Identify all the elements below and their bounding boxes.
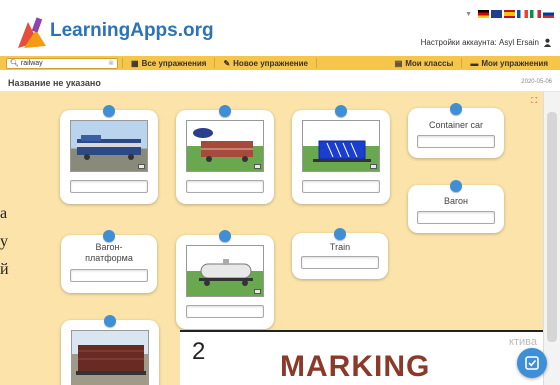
pin-icon bbox=[219, 230, 231, 242]
flag-es-icon[interactable] bbox=[504, 10, 515, 18]
slide-number: 2 bbox=[192, 338, 206, 365]
fullscreen-icon[interactable]: ⛶ bbox=[531, 96, 537, 106]
page-title: Название не указано bbox=[8, 78, 101, 88]
pin-icon bbox=[103, 230, 115, 242]
image-card-hopper-car[interactable] bbox=[61, 315, 159, 385]
answer-slot[interactable] bbox=[186, 305, 264, 318]
hopper-car-image bbox=[71, 330, 149, 385]
pin-icon bbox=[334, 228, 346, 240]
app-header: LearningApps.org ▼ Настройки аккаунта: A… bbox=[0, 0, 560, 56]
logo-text: LearningApps.org bbox=[50, 20, 214, 41]
car-carrier-image bbox=[186, 120, 264, 172]
vertical-scrollbar[interactable] bbox=[543, 92, 560, 385]
locomotive-image bbox=[70, 120, 148, 172]
all-exercises-label: Все упражнения bbox=[141, 58, 207, 68]
logo[interactable]: LearningApps.org bbox=[14, 8, 214, 48]
slide-heading: MARKING bbox=[280, 350, 431, 383]
pin-icon bbox=[219, 105, 231, 117]
image-card-tank-car[interactable] bbox=[176, 230, 274, 329]
my-exercises-link[interactable]: ▬ Мои упражнения bbox=[462, 58, 556, 68]
clear-search-icon[interactable]: ⊗ bbox=[108, 59, 114, 67]
pin-icon bbox=[103, 105, 115, 117]
card-label: Train bbox=[329, 242, 351, 252]
scrollbar-thumb[interactable] bbox=[547, 112, 557, 342]
fragment-line: й bbox=[0, 261, 9, 278]
answer-slot[interactable] bbox=[186, 180, 264, 193]
exercise-titlebar: Название не указано 2020-05-06 bbox=[0, 70, 560, 92]
flag-de-icon[interactable] bbox=[478, 10, 489, 18]
logo-icon bbox=[18, 17, 46, 48]
new-exercise-link[interactable]: ✎ Новое упражнение bbox=[215, 58, 317, 68]
card-label: Вагон bbox=[443, 196, 469, 206]
account-settings[interactable]: Настройки аккаунта: Asyl Ersain bbox=[421, 38, 552, 47]
answer-slot[interactable] bbox=[301, 256, 379, 269]
folder-icon: ▬ bbox=[470, 58, 479, 68]
user-icon bbox=[543, 38, 552, 47]
fragment-line: у bbox=[0, 233, 8, 250]
card-label: Container car bbox=[428, 120, 484, 130]
main-toolbar: 🔍︎ railway ⊗ ▦ Все упражнения ✎ Новое уп… bbox=[0, 56, 560, 70]
zoom-icon[interactable] bbox=[370, 164, 377, 169]
pin-icon bbox=[335, 105, 347, 117]
flag-ru-icon[interactable] bbox=[543, 10, 554, 18]
pin-icon bbox=[450, 180, 462, 192]
flag-fr-icon[interactable] bbox=[517, 10, 528, 18]
answer-slot[interactable] bbox=[70, 180, 148, 193]
search-value: railway bbox=[20, 59, 43, 67]
zoom-icon[interactable] bbox=[254, 164, 261, 169]
image-card-container-car[interactable] bbox=[292, 105, 390, 204]
answer-slot[interactable] bbox=[302, 180, 380, 193]
toolbar-right: ▤ Мои классы ▬ Мои упражнения bbox=[387, 56, 556, 70]
search-icon: 🔍︎ bbox=[10, 60, 19, 67]
classes-icon: ▤ bbox=[394, 58, 403, 68]
zoom-icon[interactable] bbox=[138, 164, 145, 169]
grid-icon: ▦ bbox=[131, 58, 139, 68]
search-input[interactable]: 🔍︎ railway ⊗ bbox=[6, 57, 118, 69]
pin-icon bbox=[104, 315, 116, 327]
container-car-image bbox=[302, 120, 380, 172]
check-icon bbox=[525, 356, 539, 370]
pencil-icon: ✎ bbox=[223, 58, 231, 68]
text-card-vagon[interactable]: Вагон bbox=[408, 180, 504, 233]
chevron-down-icon[interactable]: ▼ bbox=[465, 11, 472, 18]
text-card-train[interactable]: Train bbox=[292, 228, 388, 279]
card-label: Вагон-платформа bbox=[85, 242, 133, 263]
my-classes-label: Мои классы bbox=[405, 58, 454, 68]
watermark-text: ктива bbox=[509, 336, 537, 348]
tank-car-image bbox=[186, 245, 264, 297]
answer-slot[interactable] bbox=[417, 211, 495, 224]
image-card-car-carrier[interactable] bbox=[176, 105, 274, 204]
pin-icon bbox=[450, 103, 462, 115]
text-card-platform-car[interactable]: Вагон-платформа bbox=[61, 230, 157, 293]
fragment-line: а bbox=[0, 205, 8, 222]
check-answers-button[interactable] bbox=[517, 348, 547, 378]
flag-it-icon[interactable] bbox=[530, 10, 541, 18]
my-classes-link[interactable]: ▤ Мои классы bbox=[387, 58, 463, 68]
flag-gb-icon[interactable] bbox=[491, 10, 502, 18]
answer-slot[interactable] bbox=[417, 135, 495, 148]
image-card-locomotive[interactable] bbox=[60, 105, 158, 204]
account-label: Настройки аккаунта: Asyl Ersain bbox=[420, 38, 539, 47]
background-text-fragment: а у й bbox=[0, 200, 20, 310]
answer-slot[interactable] bbox=[70, 269, 148, 282]
language-selector[interactable]: ▼ bbox=[465, 10, 554, 18]
all-exercises-link[interactable]: ▦ Все упражнения bbox=[122, 58, 216, 68]
my-exercises-label: Мои упражнения bbox=[481, 58, 548, 68]
zoom-icon[interactable] bbox=[254, 289, 261, 294]
bottom-slide-panel: 2 MARKING ктива bbox=[180, 330, 543, 385]
page-date: 2020-05-06 bbox=[521, 79, 552, 85]
text-card-container-car[interactable]: Container car bbox=[408, 103, 504, 158]
new-exercise-label: Новое упражнение bbox=[233, 58, 308, 68]
